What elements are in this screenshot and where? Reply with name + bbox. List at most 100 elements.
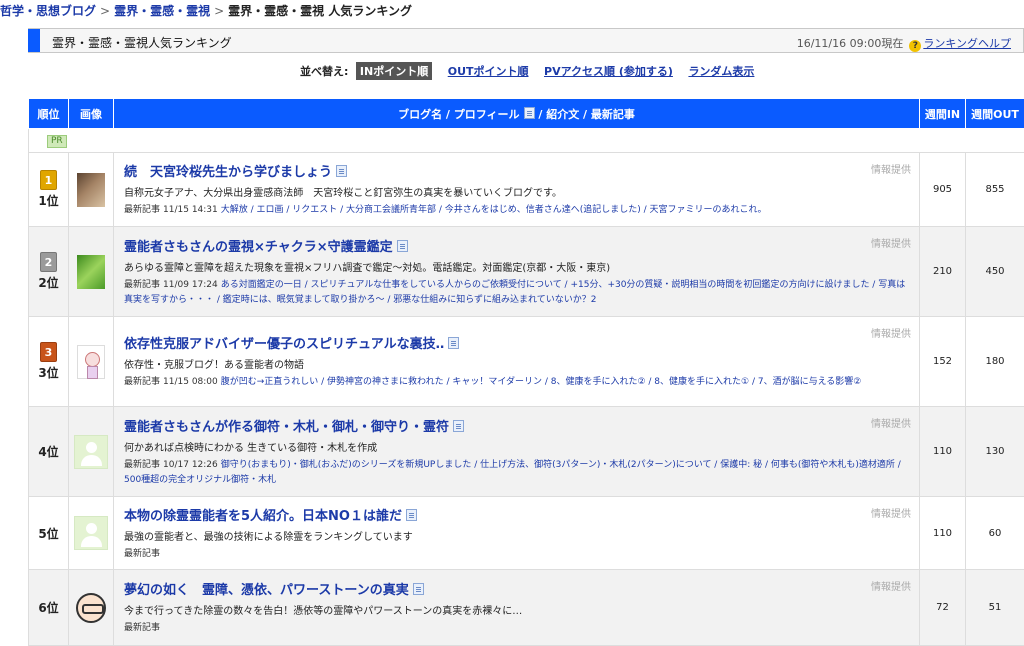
weekly-in-value: 110: [919, 496, 966, 570]
latest-articles: 最新記事 11/15 14:31 大解放 / エロ画 / リクエスト / 大分商工会…: [124, 203, 911, 218]
weekly-out-value: 180: [965, 316, 1024, 407]
image-cell: [68, 406, 114, 497]
sort-bar: 並べ替え: INポイント順 OUTポイント順 PVアクセス順 (参加する) ラン…: [300, 62, 754, 80]
profile-icon[interactable]: [448, 337, 460, 349]
sort-option-in-points[interactable]: INポイント順: [355, 62, 433, 80]
blog-title-link[interactable]: 霊能者さもさんの霊視×チャクラ×守護霊鑑定: [124, 240, 393, 255]
blog-title-link[interactable]: 夢幻の如く 霊障、憑依、パワーストーンの真実: [124, 583, 409, 598]
weekly-out-value: 60: [965, 496, 1024, 570]
profile-icon: [523, 106, 535, 119]
header-blog-rest: / 紹介文 / 最新記事: [534, 107, 635, 121]
ranking-title-bar: 霊界・霊感・霊視人気ランキング 16/11/16 09:00現在? ランキングヘル…: [28, 28, 1024, 53]
header-weekly-out[interactable]: 週間OUT: [965, 98, 1024, 129]
rank-cell: 3 3位: [28, 316, 69, 407]
blog-thumbnail[interactable]: [77, 254, 105, 289]
table-header-row: 順位 画像 ブログ名 / プロフィール / 紹介文 / 最新記事 週間IN 週間…: [28, 98, 1024, 129]
help-icon[interactable]: ?: [909, 40, 922, 52]
blog-cell: 本物の除霊霊能者を5人紹介。日本NO１は誰だ 情報提供 最強の霊能者と、最強の技…: [113, 496, 920, 570]
blog-description: あらゆる霊障と霊障を超えた現象を霊視×フリハ調査で鑑定～対処。電話鑑定。対面鑑定…: [124, 262, 611, 274]
header-rank: 順位: [28, 98, 69, 129]
blog-title-link[interactable]: 続 天宮玲桜先生から学びましょう: [124, 165, 332, 180]
image-cell: [68, 316, 114, 407]
profile-icon[interactable]: [336, 165, 348, 177]
weekly-in-value: 210: [919, 226, 966, 317]
blog-title-link[interactable]: 霊能者さもさんが作る御符・木札・御札・御守り・霊符: [124, 420, 449, 435]
rank-cell: 6位: [28, 569, 69, 646]
info-provide-link[interactable]: 情報提供: [871, 415, 911, 430]
weekly-in-value: 72: [919, 569, 966, 646]
profile-icon[interactable]: [405, 508, 417, 521]
header-image: 画像: [68, 98, 114, 129]
rank-cell: 4位: [28, 406, 69, 497]
breadcrumb-separator: >: [100, 4, 111, 18]
pr-cell: PR: [28, 128, 1024, 153]
blog-description: 自称元女子アナ、大分県出身霊感商法師 天宮玲桜こと釘宮弥生の真実を暴いていくブロ…: [124, 188, 562, 199]
title-accent-bar: [28, 29, 40, 52]
info-provide-link[interactable]: 情報提供: [871, 235, 911, 250]
blog-description: 今まで行ってきた除霊の数々を告白！憑依等の霊障やパワーストーンの真実を赤裸々に…: [124, 606, 523, 617]
blog-thumbnail[interactable]: [77, 172, 105, 207]
sort-option-pv-access[interactable]: PVアクセス順 (参加する): [544, 65, 673, 78]
latest-articles: 最新記事: [124, 547, 911, 562]
weekly-in-value: 152: [919, 316, 966, 407]
blog-thumbnail[interactable]: [77, 344, 105, 379]
blog-cell: 続 天宮玲桜先生から学びましょう 情報提供 自称元女子アナ、大分県出身霊感商法師…: [113, 152, 920, 227]
image-cell: [68, 569, 114, 646]
table-row: 3 3位 依存性克服アドバイザー優子のスピリチュアルな裏技‥ 情報提供 依存性・克…: [28, 316, 1024, 407]
weekly-out-value: 855: [965, 152, 1024, 227]
blog-thumbnail[interactable]: [76, 592, 106, 623]
sort-option-random[interactable]: ランダム表示: [688, 65, 754, 78]
image-cell: [68, 226, 114, 317]
info-provide-link[interactable]: 情報提供: [871, 325, 911, 340]
info-provide-link[interactable]: 情報提供: [871, 161, 911, 176]
silver-medal-icon: 2: [40, 252, 57, 272]
table-row: 2 2位 霊能者さもさんの霊視×チャクラ×守護霊鑑定 情報提供 あらゆる霊障と霊障…: [28, 226, 1024, 317]
latest-date: 11/15 08:00: [163, 377, 218, 387]
weekly-in-value: 110: [919, 406, 966, 497]
latest-articles: 最新記事 11/15 08:00 腹が凹む→正直うれしい / 伊勢神宮の神さまに救わ…: [124, 375, 911, 390]
weekly-out-value: 130: [965, 406, 1024, 497]
blog-cell: 夢幻の如く 霊障、憑依、パワーストーンの真実 情報提供 今まで行ってきた除霊の数…: [113, 569, 920, 646]
rank-cell: 1 1位: [28, 152, 69, 227]
pr-row: PR: [28, 128, 1024, 153]
latest-article-links[interactable]: 大解放 / エロ画 / リクエスト / 大分商工会議所青年部 / 今井さんをはじ…: [221, 205, 767, 215]
table-row: 6位 夢幻の如く 霊障、憑依、パワーストーンの真実 情報提供 今まで行ってきた除…: [28, 569, 1024, 646]
info-provide-link[interactable]: 情報提供: [871, 578, 911, 593]
pr-badge: PR: [47, 135, 67, 148]
latest-date: 11/09 17:24: [163, 279, 218, 290]
breadcrumb-separator: >: [214, 4, 225, 18]
table-row: 5位 本物の除霊霊能者を5人紹介。日本NO１は誰だ 情報提供 最強の霊能者と、最…: [28, 496, 1024, 570]
latest-article-links[interactable]: 御守り(おまもり)・御札(おふだ)のシリーズを新規UPしました / 仕上げ方法、…: [124, 460, 901, 485]
latest-article-links[interactable]: ある対面鑑定の一日 / スピリチュアルな仕事をしている人からのご依頼受付について…: [124, 280, 905, 305]
image-cell: [68, 152, 114, 227]
header-weekly-in[interactable]: 週間IN: [919, 98, 966, 129]
blog-description: 最強の霊能者と、最強の技術による除霊をランキングしています: [124, 531, 413, 543]
default-avatar-icon[interactable]: [74, 434, 108, 469]
latest-date: 10/17 12:26: [163, 459, 218, 470]
blog-title-link[interactable]: 本物の除霊霊能者を5人紹介。日本NO１は誰だ: [124, 509, 402, 524]
breadcrumb-current: 霊界・霊感・霊視 人気ランキング: [228, 4, 412, 18]
breadcrumb-link-category[interactable]: 霊界・霊感・霊視: [114, 4, 210, 18]
blog-title-link[interactable]: 依存性克服アドバイザー優子のスピリチュアルな裏技‥: [124, 337, 444, 352]
latest-articles: 最新記事 11/09 17:24 ある対面鑑定の一日 / スピリチュアルな仕事をして…: [124, 278, 911, 308]
ranking-meta: 16/11/16 09:00現在? ランキングヘルプ: [797, 35, 1011, 52]
weekly-in-value: 905: [919, 152, 966, 227]
sort-label: 並べ替え:: [300, 65, 349, 78]
rank-label: 1位: [38, 194, 59, 208]
breadcrumb: 哲学・思想ブログ > 霊界・霊感・霊視 > 霊界・霊感・霊視 人気ランキング: [0, 2, 412, 18]
profile-icon[interactable]: [412, 583, 424, 595]
info-provide-link[interactable]: 情報提供: [871, 505, 911, 520]
sort-option-out-points[interactable]: OUTポイント順: [448, 65, 529, 78]
default-avatar-icon[interactable]: [74, 516, 108, 550]
profile-icon[interactable]: [396, 239, 408, 252]
profile-icon[interactable]: [453, 419, 465, 432]
ranking-table: 順位 画像 ブログ名 / プロフィール / 紹介文 / 最新記事 週間IN 週間…: [28, 98, 1024, 646]
ranking-help-link[interactable]: ランキングヘルプ: [923, 37, 1011, 50]
blog-cell: 霊能者さもさんの霊視×チャクラ×守護霊鑑定 情報提供 あらゆる霊障と霊障を超えた…: [113, 226, 920, 317]
rank-label: 2位: [38, 276, 59, 290]
header-blog-label: ブログ名 / プロフィール: [398, 107, 520, 121]
page-title: 霊界・霊感・霊視人気ランキング: [52, 36, 232, 50]
latest-label: 最新記事: [124, 548, 161, 559]
breadcrumb-link-philosophy[interactable]: 哲学・思想ブログ: [0, 4, 96, 18]
latest-article-links[interactable]: 腹が凹む→正直うれしい / 伊勢神宮の神さまに救われた / キャッ！マイダーリン…: [221, 377, 862, 387]
